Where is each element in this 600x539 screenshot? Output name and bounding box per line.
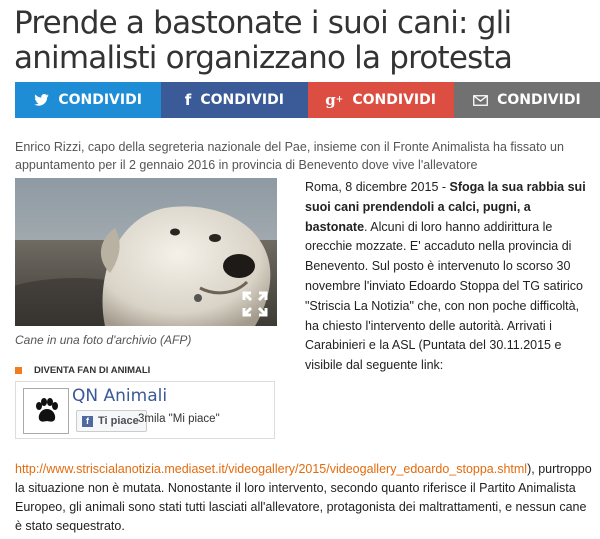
twitter-icon <box>34 94 50 106</box>
share-email-button[interactable]: CONDIVIDI <box>453 82 600 118</box>
share-twitter-button[interactable]: CONDIVIDI <box>15 82 162 118</box>
paw-icon <box>36 398 58 422</box>
article-title: Prende a bastonate i suoi cani: gli anim… <box>14 5 513 76</box>
share-google-plus-label: CONDIVIDI <box>352 92 436 108</box>
dog-photo-illustration <box>15 178 277 326</box>
orange-square-icon <box>15 367 22 374</box>
share-google-plus-button[interactable]: g + CONDIVIDI <box>307 82 454 118</box>
facebook-icon: f <box>82 415 93 427</box>
article-body-intro: Roma, 8 dicembre 2015 - Sfoga la sua rab… <box>305 180 586 373</box>
article-body-continued: http://www.striscialanotizia.mediaset.it… <box>15 462 592 533</box>
facebook-icon: f <box>184 91 192 109</box>
share-facebook-label: CONDIVIDI <box>200 92 284 108</box>
share-bar: CONDIVIDI f CONDIVIDI g + CONDIVIDI CONDI… <box>15 82 600 118</box>
facebook-like-button[interactable]: f Ti piace <box>76 410 147 432</box>
facebook-page-widget: QN Animali f Ti piace 3mila "Mi piace" <box>15 381 275 439</box>
facebook-page-name[interactable]: QN Animali <box>72 386 167 406</box>
photo-caption: Cane in una foto d'archivio (AFP) <box>15 333 192 347</box>
article-subtitle: Enrico Rizzi, capo della segreteria nazi… <box>15 140 564 172</box>
facebook-like-count: 3mila "Mi piace" <box>138 413 220 425</box>
fan-widget-label: DIVENTA FAN DI ANIMALI <box>15 365 150 376</box>
article-photo[interactable] <box>15 178 277 326</box>
expand-icon[interactable] <box>241 290 269 318</box>
share-email-label: CONDIVIDI <box>497 92 581 108</box>
striscia-video-link[interactable]: http://www.striscialanotizia.mediaset.it… <box>15 462 527 476</box>
share-facebook-button[interactable]: f CONDIVIDI <box>161 82 308 118</box>
google-plus-icon: g + <box>325 91 344 109</box>
share-twitter-label: CONDIVIDI <box>58 92 142 108</box>
paw-logo[interactable] <box>23 388 69 434</box>
email-icon <box>473 94 488 106</box>
